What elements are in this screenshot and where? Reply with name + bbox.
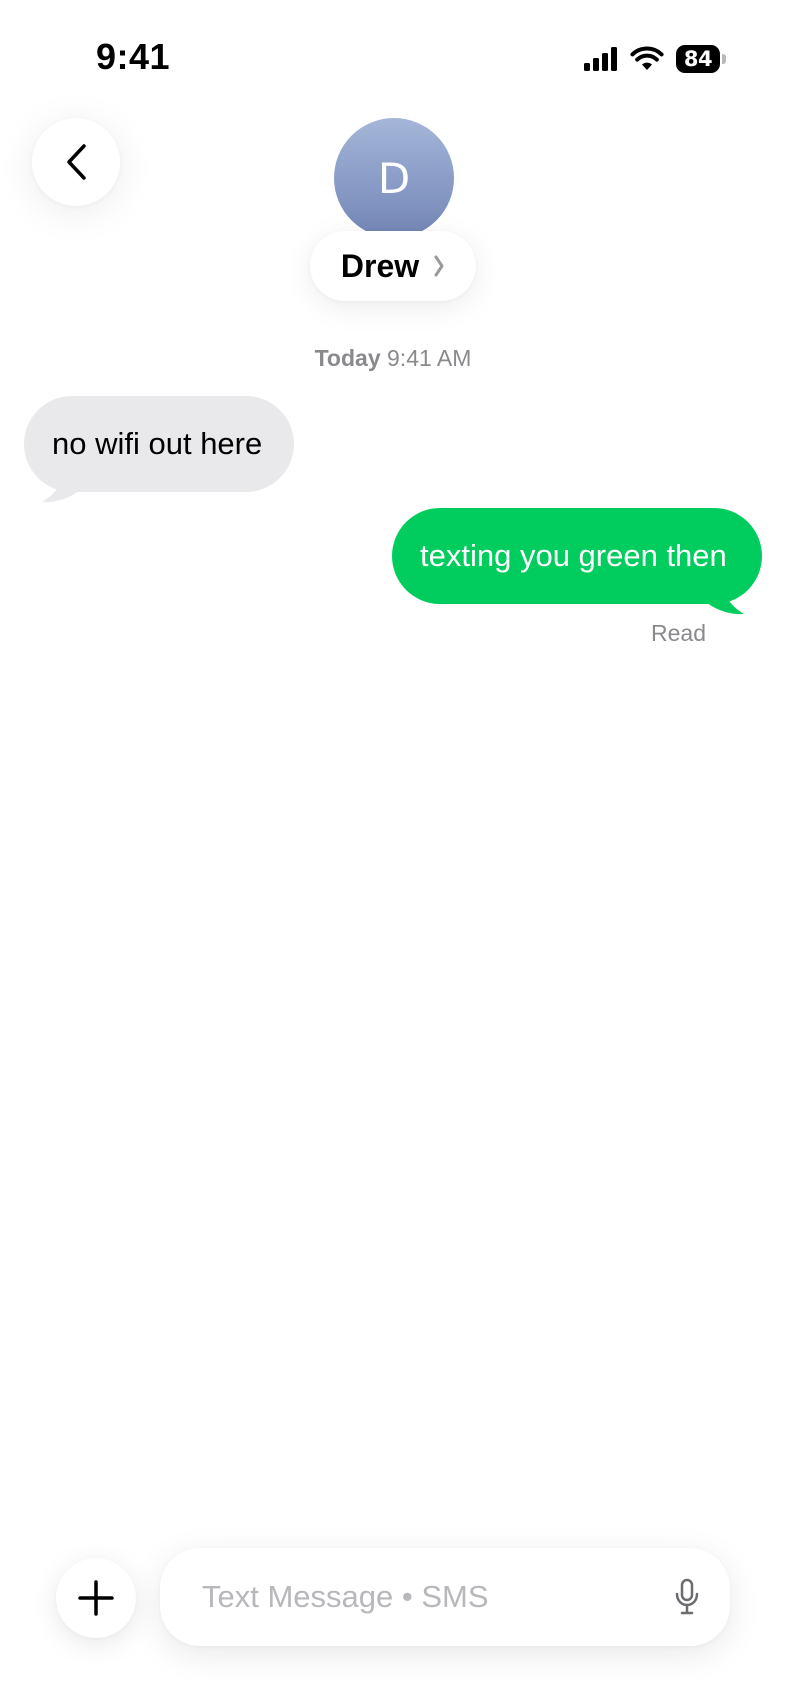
chevron-left-icon bbox=[67, 144, 86, 180]
message-text: no wifi out here bbox=[52, 426, 263, 461]
contact-name: Drew bbox=[340, 247, 420, 284]
avatar-initial: D bbox=[377, 153, 411, 203]
read-receipt: Read bbox=[651, 620, 706, 646]
incoming-bubble-tail bbox=[42, 476, 80, 503]
battery-cap bbox=[722, 54, 726, 64]
wifi-icon bbox=[630, 46, 664, 70]
timestamp-day: Today bbox=[314, 345, 381, 371]
microphone-button[interactable] bbox=[674, 1578, 700, 1616]
message-text: texting you green then bbox=[420, 538, 727, 573]
contact-avatar[interactable]: D bbox=[334, 118, 454, 238]
status-icons: 84 bbox=[584, 44, 726, 74]
add-attachment-button[interactable] bbox=[56, 1558, 136, 1638]
status-time: 9:41 bbox=[96, 36, 171, 77]
conversation-timestamp: Today 9:41 AM bbox=[0, 345, 786, 372]
battery-icon: 84 bbox=[676, 45, 726, 73]
chevron-right-icon bbox=[434, 255, 444, 277]
contact-name-button[interactable]: Drew bbox=[310, 231, 476, 301]
message-input[interactable] bbox=[202, 1579, 674, 1615]
timestamp-time: 9:41 AM bbox=[387, 345, 472, 371]
back-button[interactable] bbox=[32, 118, 120, 206]
battery-level: 84 bbox=[676, 45, 720, 73]
outgoing-bubble-tail bbox=[706, 588, 744, 615]
signal-icon bbox=[584, 47, 617, 71]
plus-icon bbox=[78, 1580, 114, 1616]
microphone-icon bbox=[675, 1578, 699, 1615]
message-composer[interactable] bbox=[160, 1548, 730, 1646]
